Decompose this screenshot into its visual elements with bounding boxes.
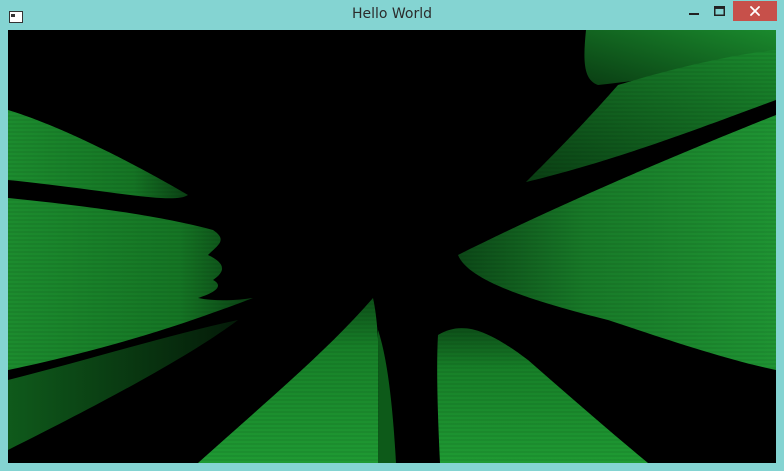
window-title: Hello World bbox=[351, 6, 433, 22]
leaf-left-top bbox=[8, 110, 188, 199]
minimize-icon bbox=[689, 13, 699, 15]
maximize-icon bbox=[714, 6, 725, 16]
close-button[interactable] bbox=[733, 1, 777, 21]
title-bar[interactable]: Hello World bbox=[0, 0, 784, 30]
scene-canvas bbox=[8, 30, 776, 463]
maximize-button[interactable] bbox=[707, 1, 732, 21]
leaf-bottom-right bbox=[437, 328, 648, 463]
close-icon bbox=[750, 6, 760, 16]
minimize-button[interactable] bbox=[681, 1, 707, 21]
app-window: Hello World bbox=[0, 0, 784, 471]
leaf-left-middle bbox=[8, 198, 253, 370]
render-viewport[interactable] bbox=[8, 30, 776, 463]
